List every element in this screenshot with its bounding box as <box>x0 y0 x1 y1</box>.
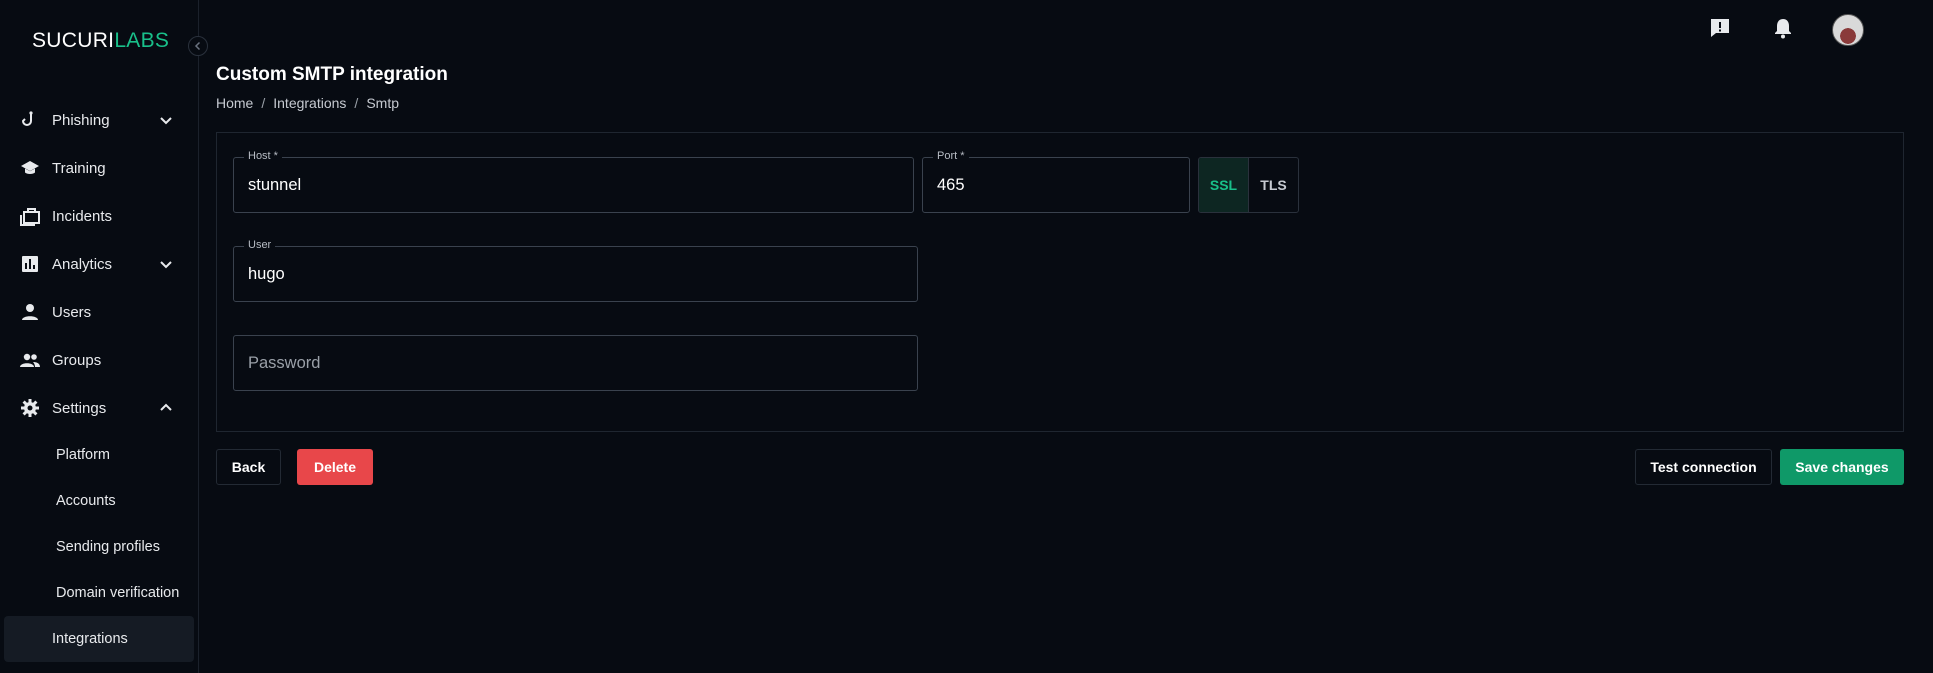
briefcase-icon <box>20 208 40 226</box>
sidebar-item-label: Settings <box>52 399 107 417</box>
sidebar-item-label: Phishing <box>52 111 110 129</box>
sidebar-item-label: Users <box>52 303 92 321</box>
chevron-down-icon <box>160 261 172 269</box>
user-value: hugo <box>248 264 285 283</box>
host-value: stunnel <box>248 175 302 194</box>
sidebar-collapse-button[interactable] <box>188 36 208 56</box>
sidebar: SUCURILABS Phishing Training Incidents A… <box>0 0 199 673</box>
sidebar-subitem-label: Accounts <box>56 493 116 509</box>
sidebar-item-training[interactable]: Training <box>0 144 198 192</box>
chevron-left-icon <box>194 41 201 51</box>
save-changes-button[interactable]: Save changes <box>1780 449 1904 485</box>
page-title: Custom SMTP integration <box>216 64 448 85</box>
breadcrumb-home[interactable]: Home <box>216 95 253 111</box>
brand-logo[interactable]: SUCURILABS <box>32 29 169 53</box>
breadcrumb-integrations[interactable]: Integrations <box>273 95 346 111</box>
port-value: 465 <box>937 175 965 194</box>
hook-icon <box>21 111 33 126</box>
breadcrumb-separator: / <box>261 95 266 111</box>
chevron-down-icon <box>160 117 172 125</box>
sidebar-subitem-integrations[interactable]: Integrations <box>4 616 194 662</box>
sidebar-item-users[interactable]: Users <box>0 288 198 336</box>
sidebar-subitem-sending-profiles[interactable]: Sending profiles <box>4 524 194 570</box>
avatar[interactable] <box>1832 14 1864 46</box>
breadcrumb-current: Smtp <box>366 95 399 111</box>
password-field[interactable] <box>233 335 918 391</box>
sidebar-item-groups[interactable]: Groups <box>0 336 198 384</box>
sidebar-subitem-label: Platform <box>56 447 110 463</box>
user-field[interactable]: User hugo <box>233 239 918 302</box>
chart-icon <box>22 256 38 272</box>
breadcrumb: Home / Integrations / Smtp <box>216 95 399 111</box>
person-icon <box>22 304 38 320</box>
sidebar-subitem-label: Domain verification <box>56 585 180 601</box>
sidebar-item-label: Incidents <box>52 207 113 225</box>
group-icon <box>20 353 40 367</box>
feedback-icon[interactable] <box>1708 16 1732 40</box>
sidebar-item-label: Analytics <box>52 255 113 273</box>
sidebar-item-label: Training <box>52 159 106 177</box>
sidebar-item-label: Groups <box>52 351 102 369</box>
sidebar-subitem-accounts[interactable]: Accounts <box>4 478 194 524</box>
sidebar-nav: Phishing Training Incidents Analytics Us… <box>0 96 198 662</box>
breadcrumb-separator: / <box>354 95 359 111</box>
tls-option[interactable]: TLS <box>1249 158 1298 212</box>
sidebar-subitem-domain-verification[interactable]: Domain verification <box>4 570 194 616</box>
back-button[interactable]: Back <box>216 449 281 485</box>
brand-name-part2: LABS <box>114 29 170 52</box>
sidebar-item-phishing[interactable]: Phishing <box>0 96 198 144</box>
gear-icon <box>21 399 39 417</box>
password-input[interactable] <box>234 336 917 390</box>
sidebar-item-analytics[interactable]: Analytics <box>0 240 198 288</box>
sidebar-item-settings[interactable]: Settings <box>0 384 198 432</box>
ssl-option[interactable]: SSL <box>1199 158 1249 212</box>
security-toggle: SSL TLS <box>1198 157 1299 213</box>
brand-name-part1: SUCURI <box>32 29 115 52</box>
port-field[interactable]: Port * 465 <box>922 150 1190 213</box>
host-field[interactable]: Host * stunnel <box>233 150 914 213</box>
bell-icon[interactable] <box>1771 16 1795 40</box>
sidebar-subitem-label: Integrations <box>52 631 128 647</box>
sidebar-subitem-label: Sending profiles <box>56 539 160 555</box>
test-connection-button[interactable]: Test connection <box>1635 449 1772 485</box>
sidebar-subitem-platform[interactable]: Platform <box>4 432 194 478</box>
sidebar-item-incidents[interactable]: Incidents <box>0 192 198 240</box>
chevron-up-icon <box>160 403 172 411</box>
graduation-cap-icon <box>21 161 39 174</box>
delete-button[interactable]: Delete <box>297 449 373 485</box>
